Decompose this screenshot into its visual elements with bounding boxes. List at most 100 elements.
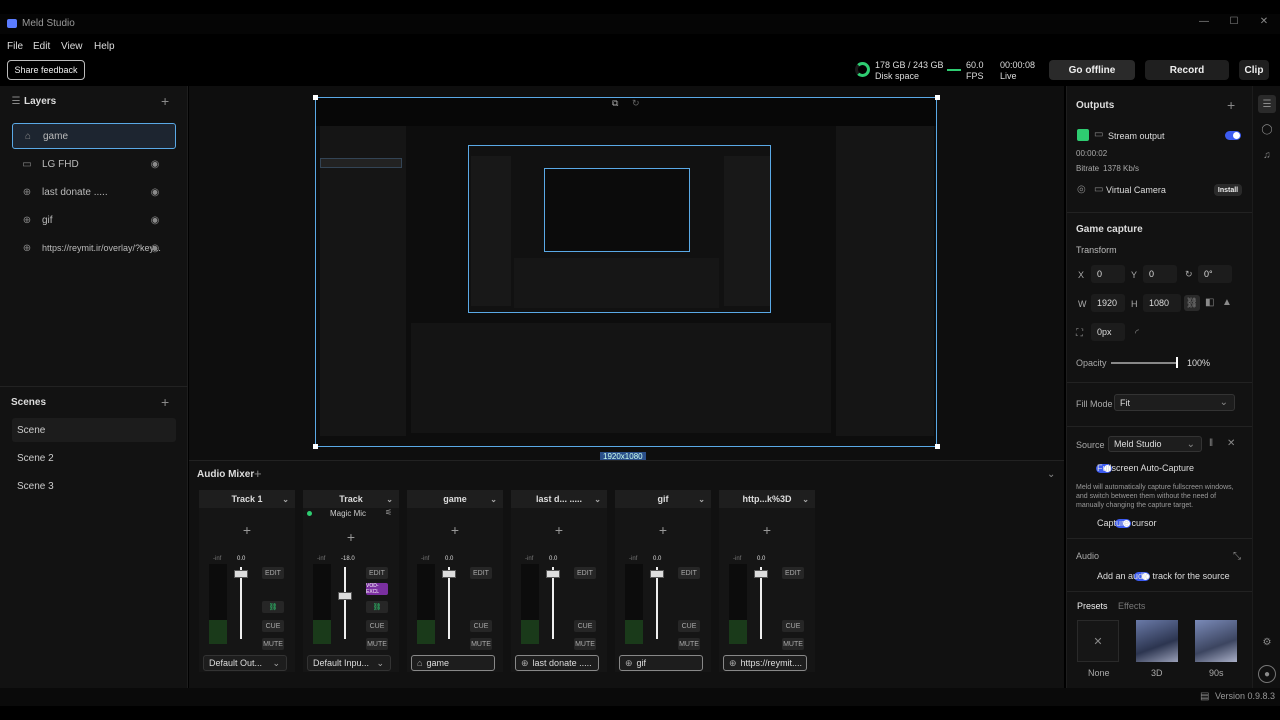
track-header[interactable]: game ⌄ — [407, 490, 503, 508]
preset-90s-thumbnail[interactable] — [1195, 620, 1237, 662]
cue-button[interactable]: CUE — [574, 620, 596, 632]
cue-button[interactable]: CUE — [470, 620, 492, 632]
width-input[interactable]: 1920 — [1091, 294, 1125, 312]
mute-button[interactable]: MUTE — [678, 638, 700, 650]
add-track-icon[interactable]: + — [254, 466, 262, 481]
add-output-icon[interactable]: + — [1227, 97, 1235, 113]
layer-item-reymit[interactable]: ⊕ https://reymit.ir/overlay/?key... ◉ — [12, 235, 176, 261]
edit-button[interactable]: EDIT — [470, 567, 492, 579]
scene-item-scene-2[interactable]: Scene 2 — [12, 446, 176, 470]
volume-fader-knob[interactable] — [650, 570, 664, 578]
add-filter-button[interactable]: + — [303, 522, 399, 552]
install-button[interactable]: Install — [1214, 184, 1242, 196]
volume-fader-track[interactable] — [344, 567, 346, 639]
source-select[interactable]: Meld Studio ⌄ — [1108, 436, 1202, 452]
track-source-select[interactable]: Default Inpu... ⌄ — [307, 655, 391, 671]
height-input[interactable]: 1080 — [1143, 294, 1181, 312]
edit-button[interactable]: EDIT — [366, 567, 388, 579]
track-header[interactable]: gif ⌄ — [615, 490, 711, 508]
link-icon[interactable]: ⛓ — [366, 601, 388, 613]
mute-button[interactable]: MUTE — [262, 638, 284, 650]
sliders-icon[interactable]: ⚟ — [385, 508, 392, 517]
opacity-slider[interactable] — [1111, 362, 1177, 364]
menu-edit[interactable]: Edit — [33, 41, 50, 52]
track-header[interactable]: Track 1 ⌄ — [199, 490, 295, 508]
magic-mic-row[interactable]: Magic Mic ⚟ — [303, 508, 399, 520]
edit-button[interactable]: EDIT — [262, 567, 284, 579]
fill-mode-select[interactable]: Fit ⌄ — [1114, 394, 1235, 411]
volume-fader-knob[interactable] — [234, 570, 248, 578]
menu-help[interactable]: Help — [94, 41, 115, 52]
preview-canvas[interactable]: ⧉ ↻ — [315, 97, 937, 447]
edit-button[interactable]: EDIT — [678, 567, 700, 579]
pause-source-icon[interactable]: ‖ — [1209, 438, 1213, 449]
layer-item-lg-fhd[interactable]: ▭ LG FHD ◉ — [12, 151, 176, 177]
eye-icon[interactable]: ◉ — [148, 243, 162, 254]
clear-source-icon[interactable]: ✕ — [1227, 438, 1235, 449]
edit-button[interactable]: EDIT — [574, 567, 596, 579]
audio-wave-icon[interactable]: ♫ — [1258, 150, 1276, 161]
menu-view[interactable]: View — [61, 41, 83, 52]
preset-none[interactable]: ✕ — [1077, 620, 1119, 662]
link-aspect-icon[interactable]: ⛓ — [1184, 295, 1200, 311]
track-source-select[interactable]: ⊕ https://reymit.... — [723, 655, 807, 671]
minimize-icon[interactable]: — — [1196, 16, 1212, 27]
layer-item-last-donate[interactable]: ⊕ last donate ..... ◉ — [12, 179, 176, 205]
y-input[interactable]: 0 — [1143, 265, 1177, 283]
flip-horizontal-icon[interactable]: ◧ — [1205, 297, 1214, 308]
track-source-select[interactable]: ⊕ last donate ..... — [515, 655, 599, 671]
mute-button[interactable]: MUTE — [470, 638, 492, 650]
handle-top-left[interactable] — [313, 95, 318, 100]
rotation-input[interactable]: 0° — [1198, 265, 1232, 283]
add-filter-button[interactable]: + — [407, 508, 503, 552]
volume-fader-knob[interactable] — [338, 592, 352, 600]
cue-button[interactable]: CUE — [782, 620, 804, 632]
eye-icon[interactable]: ◉ — [148, 187, 162, 198]
volume-fader-knob[interactable] — [546, 570, 560, 578]
track-header[interactable]: http...k%3D ⌄ — [719, 490, 815, 508]
clip-button[interactable]: Clip — [1239, 60, 1269, 80]
tab-effects[interactable]: Effects — [1118, 601, 1145, 611]
add-filter-button[interactable]: + — [615, 508, 711, 552]
audio-expand-icon[interactable]: ⤡ — [1233, 551, 1241, 562]
menu-file[interactable]: File — [7, 41, 23, 52]
tab-presets[interactable]: Presets — [1077, 601, 1108, 611]
cue-button[interactable]: CUE — [678, 620, 700, 632]
scene-item-scene[interactable]: Scene — [12, 418, 176, 442]
opacity-slider-handle[interactable] — [1176, 357, 1178, 368]
handle-bottom-right[interactable] — [935, 444, 940, 449]
volume-fader-knob[interactable] — [754, 570, 768, 578]
handle-top-right[interactable] — [935, 95, 940, 100]
scene-item-scene-3[interactable]: Scene 3 — [12, 474, 176, 498]
track-source-select[interactable]: ⊕ gif — [619, 655, 703, 671]
eye-icon[interactable]: ◉ — [148, 159, 162, 170]
track-header[interactable]: Track ⌄ — [303, 490, 399, 508]
add-filter-button[interactable]: + — [511, 508, 607, 552]
cue-button[interactable]: CUE — [262, 620, 284, 632]
settings-gear-icon[interactable]: ⚙ — [1258, 637, 1276, 648]
corner-radius-icon[interactable]: ◜ — [1135, 328, 1139, 339]
crop-icon[interactable]: ⧉ — [612, 98, 626, 110]
crop-input[interactable]: 0px — [1091, 323, 1125, 341]
record-button[interactable]: Record — [1145, 60, 1229, 80]
add-filter-button[interactable]: + — [199, 508, 295, 552]
handle-bottom-left[interactable] — [313, 444, 318, 449]
reset-transform-icon[interactable]: ↻ — [632, 98, 646, 110]
link-icon[interactable]: ⛓ — [262, 601, 284, 613]
add-scene-icon[interactable]: + — [161, 394, 169, 410]
collapse-mixer-icon[interactable]: ⌄ — [1047, 469, 1055, 480]
account-avatar-icon[interactable]: ● — [1258, 665, 1276, 683]
stream-output-toggle[interactable] — [1225, 131, 1241, 140]
add-layer-icon[interactable]: + — [161, 93, 169, 109]
chat-icon[interactable]: ◯ — [1258, 124, 1276, 135]
maximize-icon[interactable]: ☐ — [1226, 16, 1242, 27]
track-header[interactable]: last d... ..... ⌄ — [511, 490, 607, 508]
flip-vertical-icon[interactable]: ▲ — [1222, 297, 1232, 308]
edit-button[interactable]: EDIT — [782, 567, 804, 579]
share-feedback-button[interactable]: Share feedback — [7, 60, 85, 80]
mute-button[interactable]: MUTE — [782, 638, 804, 650]
preset-3d-thumbnail[interactable] — [1136, 620, 1178, 662]
add-filter-button[interactable]: + — [719, 508, 815, 552]
close-icon[interactable]: ✕ — [1256, 16, 1272, 27]
cue-button[interactable]: CUE — [366, 620, 388, 632]
